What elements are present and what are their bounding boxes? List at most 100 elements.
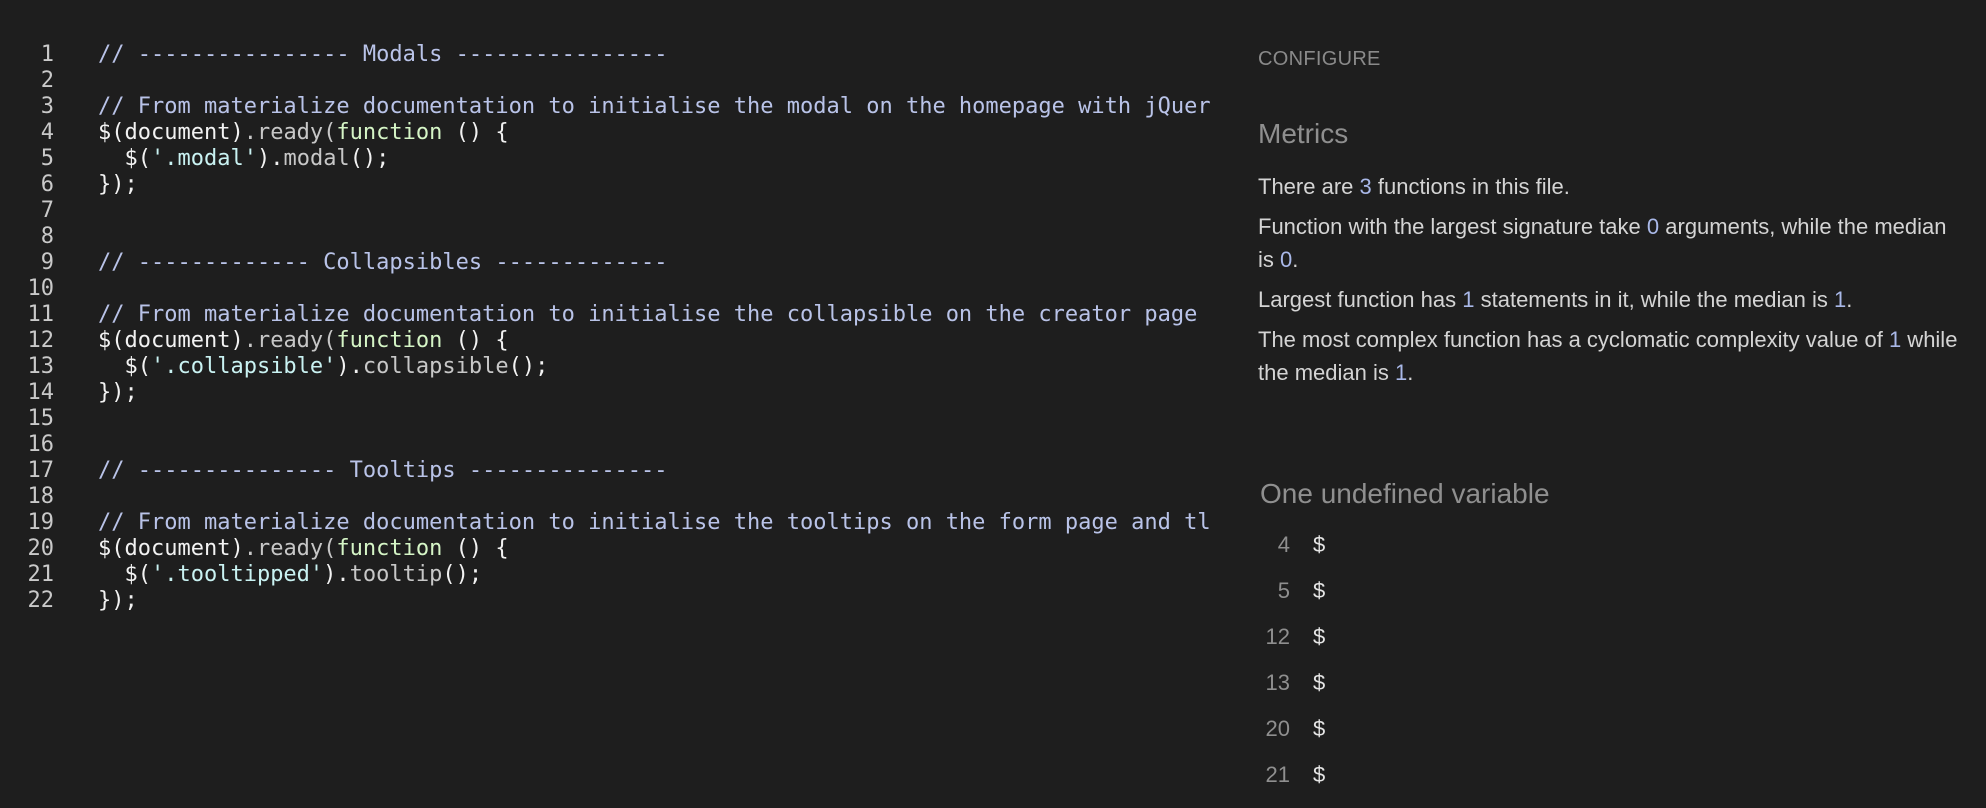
code-line[interactable]: 17 // --------------- Tooltips ----------… [0,458,1218,484]
undefined-variable-line[interactable]: 5 [1258,574,1290,608]
code-text[interactable]: $(document).ready(function () { [98,536,1218,562]
code-line[interactable]: 4 $(document).ready(function () { [0,120,1218,146]
code-editor[interactable]: 1 // ---------------- Modals ------------… [0,42,1218,762]
code-token: }); [98,588,138,613]
line-number: 4 [40,120,54,145]
code-line[interactable]: 7 [0,198,1218,224]
code-token: $(document) [98,120,244,145]
code-token: .ready( [243,328,337,353]
undefined-variable-line[interactable]: 13 [1258,666,1290,700]
code-line[interactable]: 9 // ------------- Collapsibles ---------… [0,250,1218,276]
code-token: modal [283,146,350,171]
code-text[interactable]: // ------------- Collapsibles ----------… [98,250,1218,276]
undefined-variable-line[interactable]: 20 [1258,712,1290,746]
line-number: 16 [27,432,55,457]
code-token: (); [508,354,549,379]
code-line[interactable]: 10 [0,276,1218,302]
code-token: function [336,120,443,145]
metric-value: 1 [1888,327,1902,352]
code-token: // ------------- Collapsibles ----------… [98,250,668,275]
code-line[interactable]: 16 [0,432,1218,458]
code-line[interactable]: 14}); [0,380,1218,406]
undefined-variable-line[interactable]: 21 [1258,758,1290,792]
code-text[interactable]: }); [98,380,1218,406]
code-line[interactable]: 12 $(document).ready(function () { [0,328,1218,354]
code-text[interactable]: $(document).ready(function () { [98,120,1218,146]
line-number: 13 [27,354,55,379]
code-text[interactable]: $('.tooltipped').tooltip(); [98,562,1218,588]
undefined-variable-name: $ [1313,716,1326,741]
undefined-variable-line[interactable]: 4 [1258,528,1290,562]
code-token: collapsible [362,354,509,379]
line-number: 18 [27,484,55,509]
code-token: }); [98,172,138,197]
code-text[interactable]: // From materialize documentation to ini… [98,510,1218,536]
line-number: 19 [27,510,55,535]
code-text[interactable]: // ---------------- Modals -------------… [98,42,1218,68]
code-token: // From materialize documentation to ini… [98,302,1198,327]
code-token: // ---------------- Modals -------------… [98,42,668,67]
line-number: 5 [40,146,54,171]
code-line[interactable]: 13 $('.collapsible').collapsible(); [0,354,1218,380]
code-token: $( [98,562,151,587]
line-number: 14 [27,380,55,405]
code-token: $(document) [98,536,244,561]
line-number: 15 [27,406,55,431]
code-token: .ready( [243,536,337,561]
code-line[interactable]: 18 [0,484,1218,510]
code-line[interactable]: 2 [0,68,1218,94]
code-line[interactable]: 11 // From materialize documentation to i… [0,302,1218,328]
code-line[interactable]: 3 // From materialize documentation to in… [0,94,1218,120]
code-text[interactable]: // --------------- Tooltips ------------… [98,458,1218,484]
code-token: tooltip [349,562,443,587]
line-number: 6 [40,172,54,197]
code-text[interactable]: // From materialize documentation to ini… [98,302,1218,328]
line-number: 12 [27,328,55,353]
code-text[interactable]: $('.collapsible').collapsible(); [98,354,1218,380]
metric-text: . [1292,247,1299,272]
code-token: }); [98,380,138,405]
code-token: ). [336,354,363,379]
line-number: 1 [40,42,54,67]
code-token: (); [442,562,483,587]
code-line[interactable]: 6}); [0,172,1218,198]
code-line[interactable]: 19 // From materialize documentation to i… [0,510,1218,536]
code-token: $( [98,354,151,379]
code-token: // --------------- Tooltips ------------… [98,458,668,483]
line-number: 10 [27,276,55,301]
metric-item: The most complex function has a cyclomat… [1258,323,1968,389]
metrics-list: There are 3 functions in this file. Funct… [1258,170,1968,396]
code-line[interactable]: 15 [0,406,1218,432]
line-number: 7 [40,198,54,223]
code-line[interactable]: 22}); [0,588,1218,614]
code-text[interactable]: }); [98,172,1218,198]
metric-text: Function with the largest signature take [1258,214,1647,239]
code-token: // From materialize documentation to ini… [98,94,1211,119]
metric-value: 1 [1462,287,1475,312]
configure-link[interactable]: CONFIGURE [1258,48,1381,71]
metric-text: functions in this file. [1371,174,1570,199]
metric-item: Function with the largest signature take… [1258,210,1968,276]
jshint-page: 1 // ---------------- Modals ------------… [0,0,1986,808]
report-sidebar: CONFIGURE Metrics There are 3 functions … [1258,0,1968,808]
code-token: function [336,536,443,561]
code-line[interactable]: 5 $('.modal').modal(); [0,146,1218,172]
code-text[interactable]: // From materialize documentation to ini… [98,94,1218,120]
code-text[interactable]: }); [98,588,1218,614]
code-token: '.collapsible' [150,354,337,379]
metric-value: 1 [1834,287,1847,312]
metric-text: . [1407,360,1414,385]
code-line[interactable]: 20 $(document).ready(function () { [0,536,1218,562]
code-token: () { [442,536,509,561]
metric-value: 1 [1394,360,1408,385]
code-line[interactable]: 8 [0,224,1218,250]
code-line[interactable]: 1 // ---------------- Modals ------------… [0,42,1218,68]
undefined-variable-line[interactable]: 12 [1258,620,1290,654]
line-number: 8 [40,224,54,249]
code-text[interactable]: $('.modal').modal(); [98,146,1218,172]
code-text[interactable]: $(document).ready(function () { [98,328,1218,354]
code-line[interactable]: 21 $('.tooltipped').tooltip(); [0,562,1218,588]
line-number: 3 [40,94,54,119]
line-number: 22 [27,588,55,613]
undefined-variable-name: $ [1313,578,1326,603]
